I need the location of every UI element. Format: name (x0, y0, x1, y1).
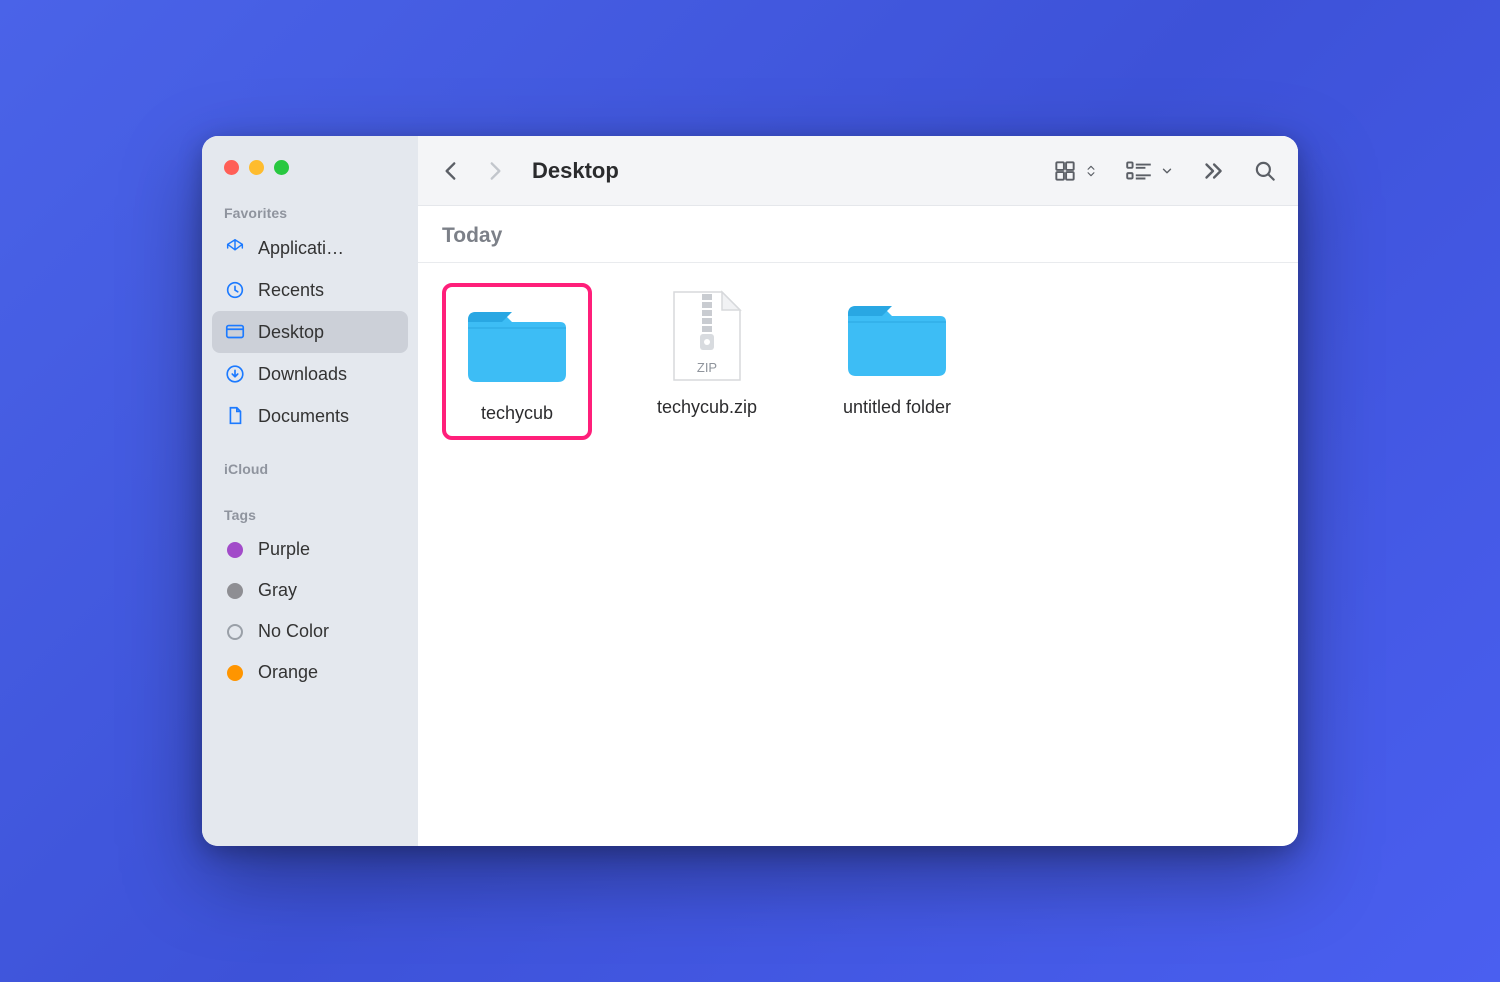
sidebar-item-label: Documents (258, 406, 349, 427)
tag-dot-icon (227, 665, 243, 681)
sidebar-section-tags-label: Tags (212, 501, 408, 529)
finder-window: Favorites Applicati… Recents (202, 136, 1298, 846)
sidebar-item-documents[interactable]: Documents (212, 395, 408, 437)
main-panel: Desktop (418, 136, 1298, 846)
toolbar-right (1052, 158, 1278, 184)
file-item-folder[interactable]: untitled folder (822, 283, 972, 440)
sidebar-item-label: Recents (258, 280, 324, 301)
sidebar-item-label: Desktop (258, 322, 324, 343)
window-controls (212, 160, 408, 175)
sidebar-tag-gray[interactable]: Gray (212, 570, 408, 611)
group-icon (1124, 158, 1154, 184)
up-down-icon (1084, 162, 1098, 180)
documents-icon (224, 405, 246, 427)
sidebar-tag-purple[interactable]: Purple (212, 529, 408, 570)
tag-dot-icon (227, 583, 243, 599)
sidebar-item-desktop[interactable]: Desktop (212, 311, 408, 353)
sidebar-item-downloads[interactable]: Downloads (212, 353, 408, 395)
tag-dot-icon (227, 542, 243, 558)
folder-icon (842, 291, 952, 383)
folder-icon (462, 297, 572, 389)
minimize-button[interactable] (249, 160, 264, 175)
file-item-folder[interactable]: techycub (442, 283, 592, 440)
sidebar-item-label: Applicati… (258, 238, 344, 259)
group-header: Today (418, 206, 1298, 263)
chevron-double-right-icon (1200, 158, 1226, 184)
more-button[interactable] (1200, 158, 1226, 184)
sidebar-section-icloud-label: iCloud (212, 455, 408, 483)
group-by-button[interactable] (1124, 158, 1174, 184)
file-item-label: techycub.zip (657, 397, 757, 418)
sidebar-tag-orange[interactable]: Orange (212, 652, 408, 693)
chevron-down-icon (1160, 164, 1174, 178)
search-button[interactable] (1252, 158, 1278, 184)
sidebar-item-label: Gray (258, 580, 297, 601)
sidebar-item-label: Purple (258, 539, 310, 560)
forward-button[interactable] (482, 158, 508, 184)
toolbar: Desktop (418, 136, 1298, 206)
zip-badge-label: ZIP (697, 360, 717, 375)
zip-icon: ZIP (652, 291, 762, 383)
sidebar-tag-nocolor[interactable]: No Color (212, 611, 408, 652)
items-grid: techycub (418, 263, 1298, 460)
maximize-button[interactable] (274, 160, 289, 175)
content-area: Today techycub (418, 206, 1298, 846)
file-item-label: techycub (481, 403, 553, 424)
sidebar-item-recents[interactable]: Recents (212, 269, 408, 311)
sidebar-item-applications[interactable]: Applicati… (212, 227, 408, 269)
sidebar: Favorites Applicati… Recents (202, 136, 418, 846)
applications-icon (224, 237, 246, 259)
sidebar-item-label: Downloads (258, 364, 347, 385)
downloads-icon (224, 363, 246, 385)
search-icon (1252, 158, 1278, 184)
sidebar-item-label: No Color (258, 621, 329, 642)
tag-dot-icon (227, 624, 243, 640)
file-item-zip[interactable]: ZIP techycub.zip (632, 283, 782, 440)
close-button[interactable] (224, 160, 239, 175)
view-mode-button[interactable] (1052, 158, 1098, 184)
sidebar-item-label: Orange (258, 662, 318, 683)
window-title: Desktop (532, 158, 619, 184)
sidebar-section-favorites-label: Favorites (212, 199, 408, 227)
file-item-label: untitled folder (843, 397, 951, 418)
back-button[interactable] (438, 158, 464, 184)
desktop-icon (224, 321, 246, 343)
recents-icon (224, 279, 246, 301)
grid-icon (1052, 158, 1078, 184)
